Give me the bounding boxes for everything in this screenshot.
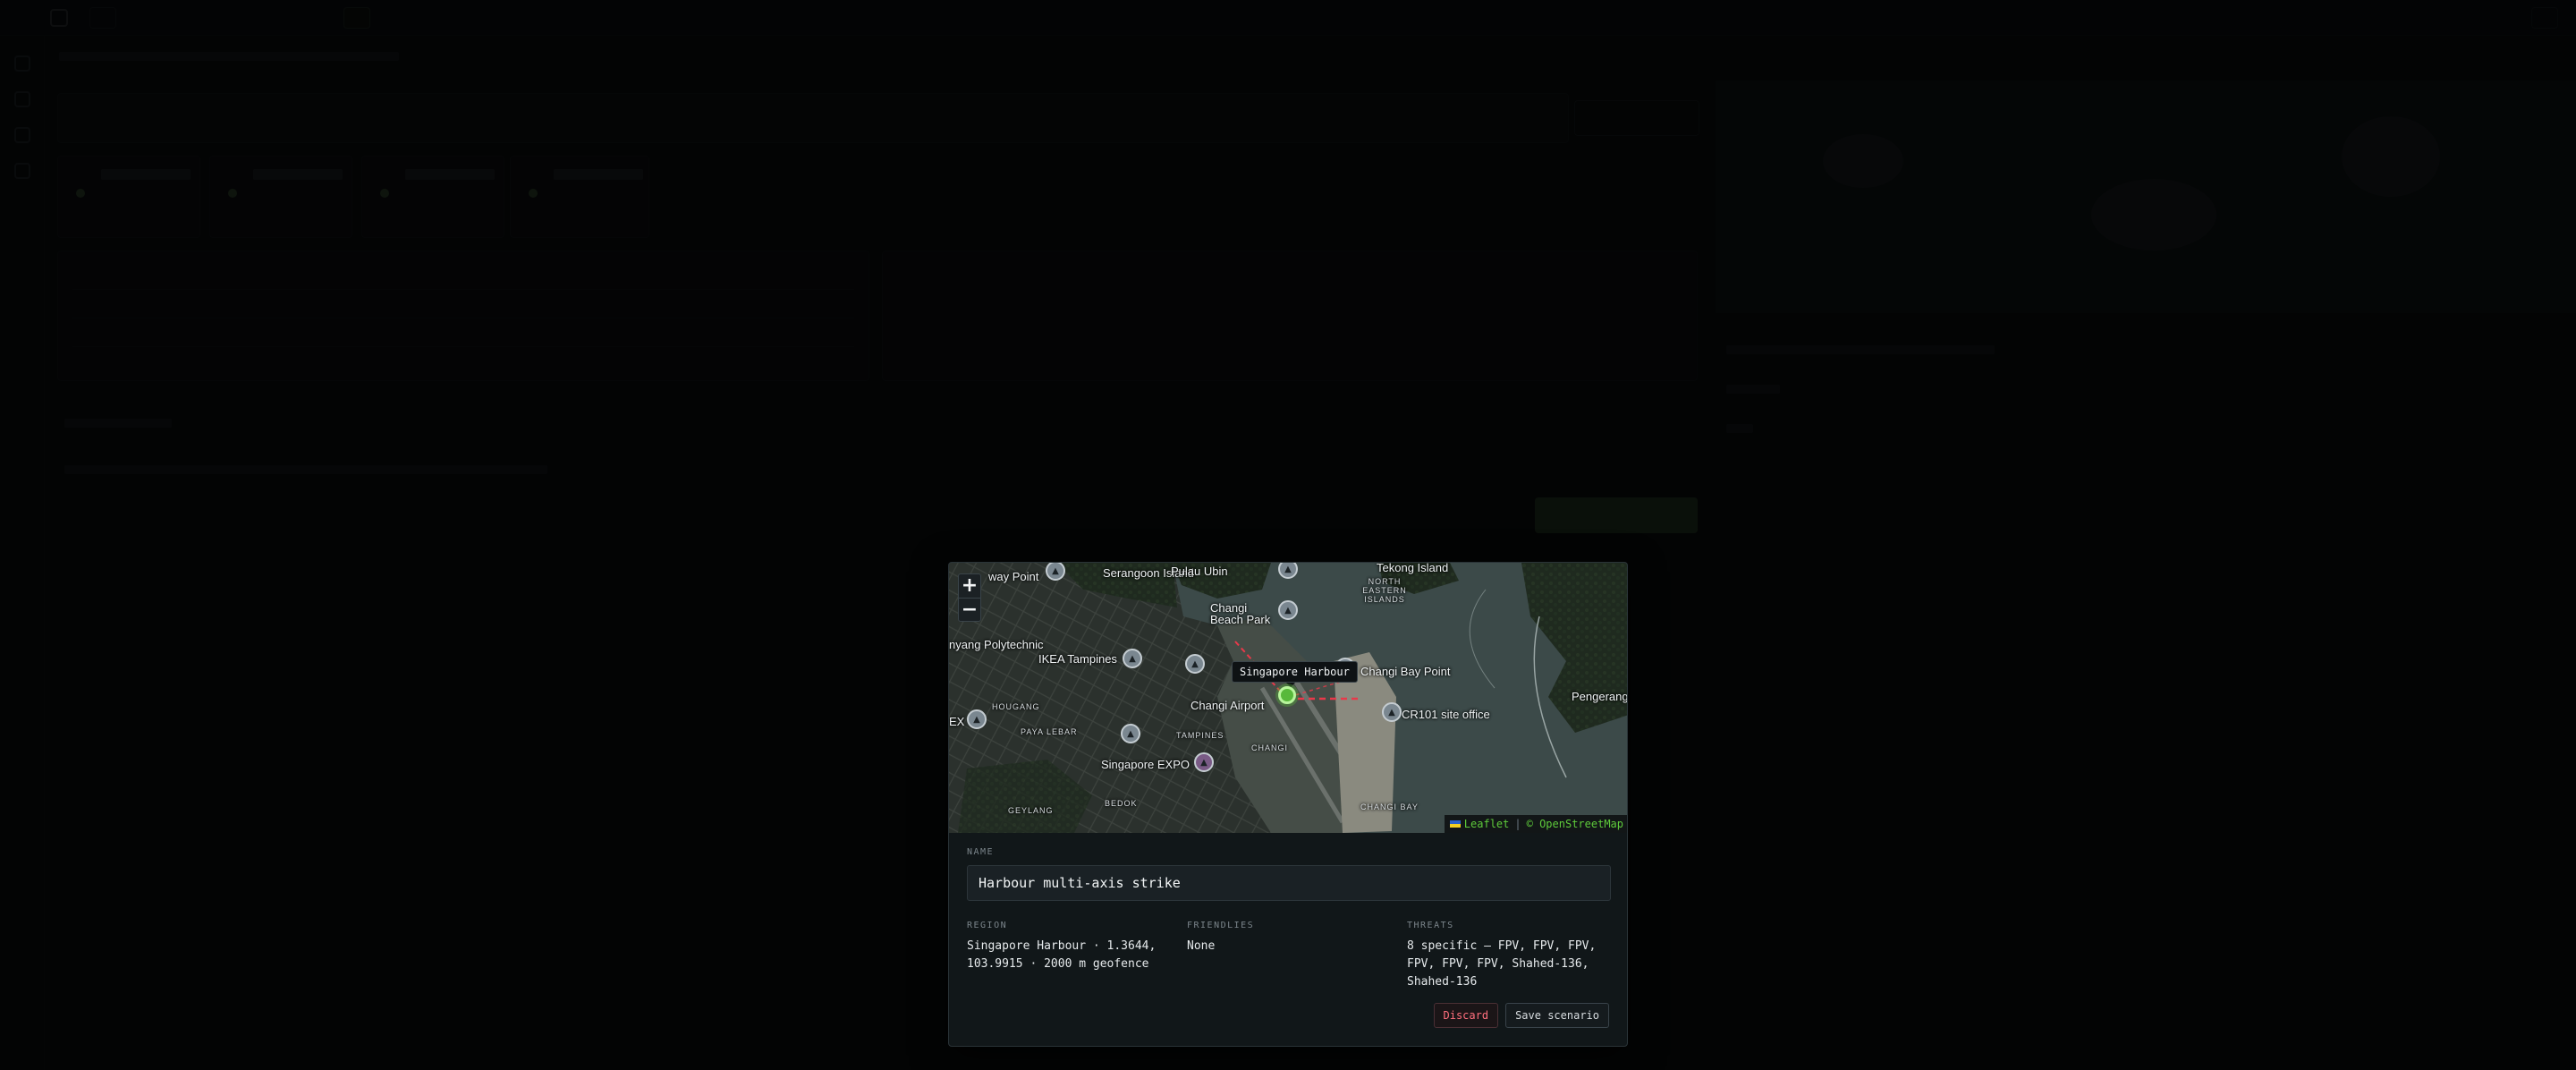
map-label: IKEA Tampines xyxy=(1038,652,1117,666)
map-attribution: Leaflet | © OpenStreetMap xyxy=(1444,815,1627,833)
scenario-map[interactable]: Serangoon Island way Point Pulau Ubin Te… xyxy=(949,563,1628,833)
threats-label: THREATS xyxy=(1407,921,1454,930)
poi-marker-icon[interactable]: ▲ xyxy=(1382,702,1402,722)
poi-marker-icon[interactable]: ▲ xyxy=(967,709,987,729)
poi-marker-icon[interactable]: ▲ xyxy=(1123,649,1142,668)
map-tooltip: Singapore Harbour xyxy=(1232,661,1358,687)
save-scenario-dialog: Serangoon Island way Point Pulau Ubin Te… xyxy=(948,562,1628,1047)
map-label: CHANGI BAY xyxy=(1360,802,1419,811)
friendlies-value: None xyxy=(1187,939,1216,953)
save-scenario-button[interactable]: Save scenario xyxy=(1505,1003,1609,1028)
map-label: Changi Beach Park xyxy=(1210,601,1271,626)
zoom-out-button[interactable]: − xyxy=(959,598,980,621)
friendlies-summary: FRIENDLIES None xyxy=(1187,921,1384,955)
map-label: Changi Airport xyxy=(1191,699,1265,712)
map-label: GEYLANG xyxy=(1008,806,1054,815)
poi-marker-icon[interactable]: ▲ xyxy=(1278,600,1298,620)
map-label: way Point xyxy=(988,570,1039,583)
poi-marker-icon[interactable]: ▲ xyxy=(1121,724,1140,743)
osm-link[interactable]: OpenStreetMap xyxy=(1539,818,1623,830)
discard-button[interactable]: Discard xyxy=(1433,1003,1499,1028)
threats-value: 8 specific — FPV, FPV, FPV, FPV, FPV, FP… xyxy=(1407,939,1597,989)
threats-summary: THREATS 8 specific — FPV, FPV, FPV, FPV,… xyxy=(1407,921,1611,991)
poi-marker-icon[interactable]: ▲ xyxy=(1194,752,1214,772)
map-label: Pulau Ubin xyxy=(1171,565,1228,578)
name-label: NAME xyxy=(967,847,995,857)
map-label: nyang Polytechnic xyxy=(949,638,1044,651)
map-label: NORTH EASTERN ISLANDS xyxy=(1362,577,1407,604)
region-label: REGION xyxy=(967,921,1008,930)
scenario-form: NAME REGION Singapore Harbour · 1.3644, … xyxy=(967,847,1611,989)
scenario-name-input[interactable] xyxy=(967,865,1611,901)
region-value: Singapore Harbour · 1.3644, 103.9915 · 2… xyxy=(967,939,1157,971)
map-label: Tekong Island xyxy=(1377,563,1449,574)
ukraine-flag-icon xyxy=(1449,820,1461,828)
dialog-actions: Discard Save scenario xyxy=(1433,1003,1609,1028)
map-label: BEDOK xyxy=(1105,799,1138,808)
map-label: Changi Bay Point xyxy=(1360,665,1451,678)
map-label: TAMPINES xyxy=(1176,731,1224,740)
leaflet-link[interactable]: Leaflet xyxy=(1464,818,1510,830)
region-center-marker[interactable] xyxy=(1278,686,1296,704)
map-label: HOUGANG xyxy=(992,702,1040,711)
map-label: Singapore EXPO xyxy=(1101,758,1191,771)
friendlies-label: FRIENDLIES xyxy=(1187,921,1255,930)
map-label: Pengerang xyxy=(1572,690,1628,703)
map-label: CR101 site office xyxy=(1402,708,1490,721)
copyright-icon: © xyxy=(1526,818,1533,830)
zoom-control: + − xyxy=(958,573,981,622)
poi-marker-icon[interactable]: ▲ xyxy=(1185,654,1205,674)
map-label: EX xyxy=(949,715,965,728)
zoom-in-button[interactable]: + xyxy=(959,574,980,598)
map-label: CHANGI xyxy=(1251,743,1289,752)
map-label: PAYA LEBAR xyxy=(1021,727,1078,736)
region-summary: REGION Singapore Harbour · 1.3644, 103.9… xyxy=(967,921,1178,973)
